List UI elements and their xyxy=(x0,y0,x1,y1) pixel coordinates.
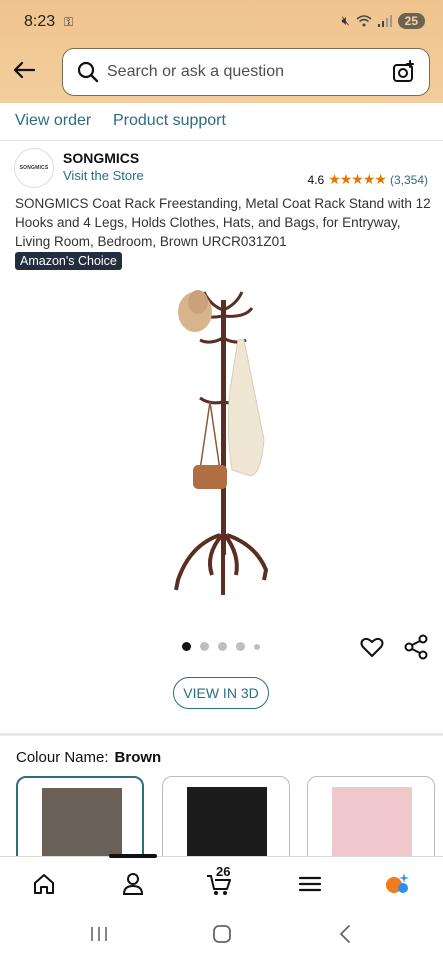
cart-count-badge: 26 xyxy=(216,864,231,879)
colour-swatch-pink[interactable] xyxy=(307,776,435,856)
menu-icon[interactable] xyxy=(297,871,323,897)
product-image[interactable] xyxy=(160,280,290,610)
rating-stars: ★★★★★ xyxy=(328,171,387,187)
battery-indicator: 25 xyxy=(397,13,425,29)
carousel-dot[interactable] xyxy=(200,642,209,651)
view-order-link[interactable]: View order xyxy=(15,112,91,130)
back-arrow-icon[interactable] xyxy=(10,56,38,84)
swatch-color xyxy=(332,787,412,856)
signal-icon xyxy=(377,15,392,27)
carousel-dot[interactable] xyxy=(182,642,191,651)
colour-selected-value: Brown xyxy=(114,749,162,766)
share-icon[interactable] xyxy=(403,634,429,660)
colour-selector-label: Colour Name: Brown xyxy=(16,749,161,766)
order-links-bar: View order Product support xyxy=(0,103,443,141)
product-title: SONGMICS Coat Rack Freestanding, Metal C… xyxy=(15,196,431,249)
rufus-assistant-icon[interactable] xyxy=(384,871,410,897)
carousel-dot[interactable] xyxy=(218,642,227,651)
swatch-color xyxy=(187,787,267,856)
vpn-key-icon: ⚿ xyxy=(64,15,74,29)
carousel-dot[interactable] xyxy=(254,643,260,650)
status-bar: 8:23 ⚿ 🔇︎ 25 xyxy=(0,0,443,44)
rating-summary[interactable]: 4.6 ★★★★★ (3,354) xyxy=(308,171,428,188)
camera-search-icon[interactable] xyxy=(391,59,417,85)
brand-logo-text: SONGMICS xyxy=(19,165,49,171)
colour-swatch-black[interactable] xyxy=(162,776,290,856)
amazons-choice-badge: Amazon's Choice xyxy=(15,252,122,270)
active-tab-indicator xyxy=(109,854,157,858)
search-icon xyxy=(77,61,99,83)
visit-store-link[interactable]: Visit the Store xyxy=(63,168,144,183)
search-input[interactable]: Search or ask a question xyxy=(107,63,391,81)
colour-swatch-brown[interactable] xyxy=(16,776,144,856)
recent-apps-icon[interactable] xyxy=(87,922,111,946)
wifi-icon xyxy=(356,15,372,27)
home-icon[interactable] xyxy=(31,871,57,897)
image-carousel-dots[interactable] xyxy=(182,642,260,651)
colour-label: Colour Name: xyxy=(16,749,109,766)
swatch-color xyxy=(42,788,122,856)
section-divider xyxy=(0,733,443,736)
bottom-navigation: 26 xyxy=(0,854,443,906)
rating-count[interactable]: (3,354) xyxy=(390,173,428,187)
account-icon[interactable] xyxy=(120,871,146,897)
home-button-icon[interactable] xyxy=(210,922,234,946)
view-in-3d-button[interactable]: VIEW IN 3D xyxy=(173,677,269,709)
carousel-dot[interactable] xyxy=(236,642,245,651)
status-icons: 🔇︎ 25 xyxy=(341,13,425,29)
status-time: 8:23 xyxy=(24,13,56,30)
brand-name: SONGMICS xyxy=(63,150,140,166)
wishlist-heart-icon[interactable] xyxy=(359,634,385,660)
colour-swatches xyxy=(16,776,443,856)
brand-logo[interactable]: SONGMICS xyxy=(14,148,54,188)
search-bar[interactable]: Search or ask a question xyxy=(62,48,430,96)
mute-icon: 🔇︎ xyxy=(341,13,350,28)
product-support-link[interactable]: Product support xyxy=(113,112,226,130)
system-navigation xyxy=(0,908,443,960)
app-header: 8:23 ⚿ 🔇︎ 25 Search or ask a question xyxy=(0,0,443,103)
back-button-icon[interactable] xyxy=(334,922,358,946)
rating-value: 4.6 xyxy=(307,172,325,187)
